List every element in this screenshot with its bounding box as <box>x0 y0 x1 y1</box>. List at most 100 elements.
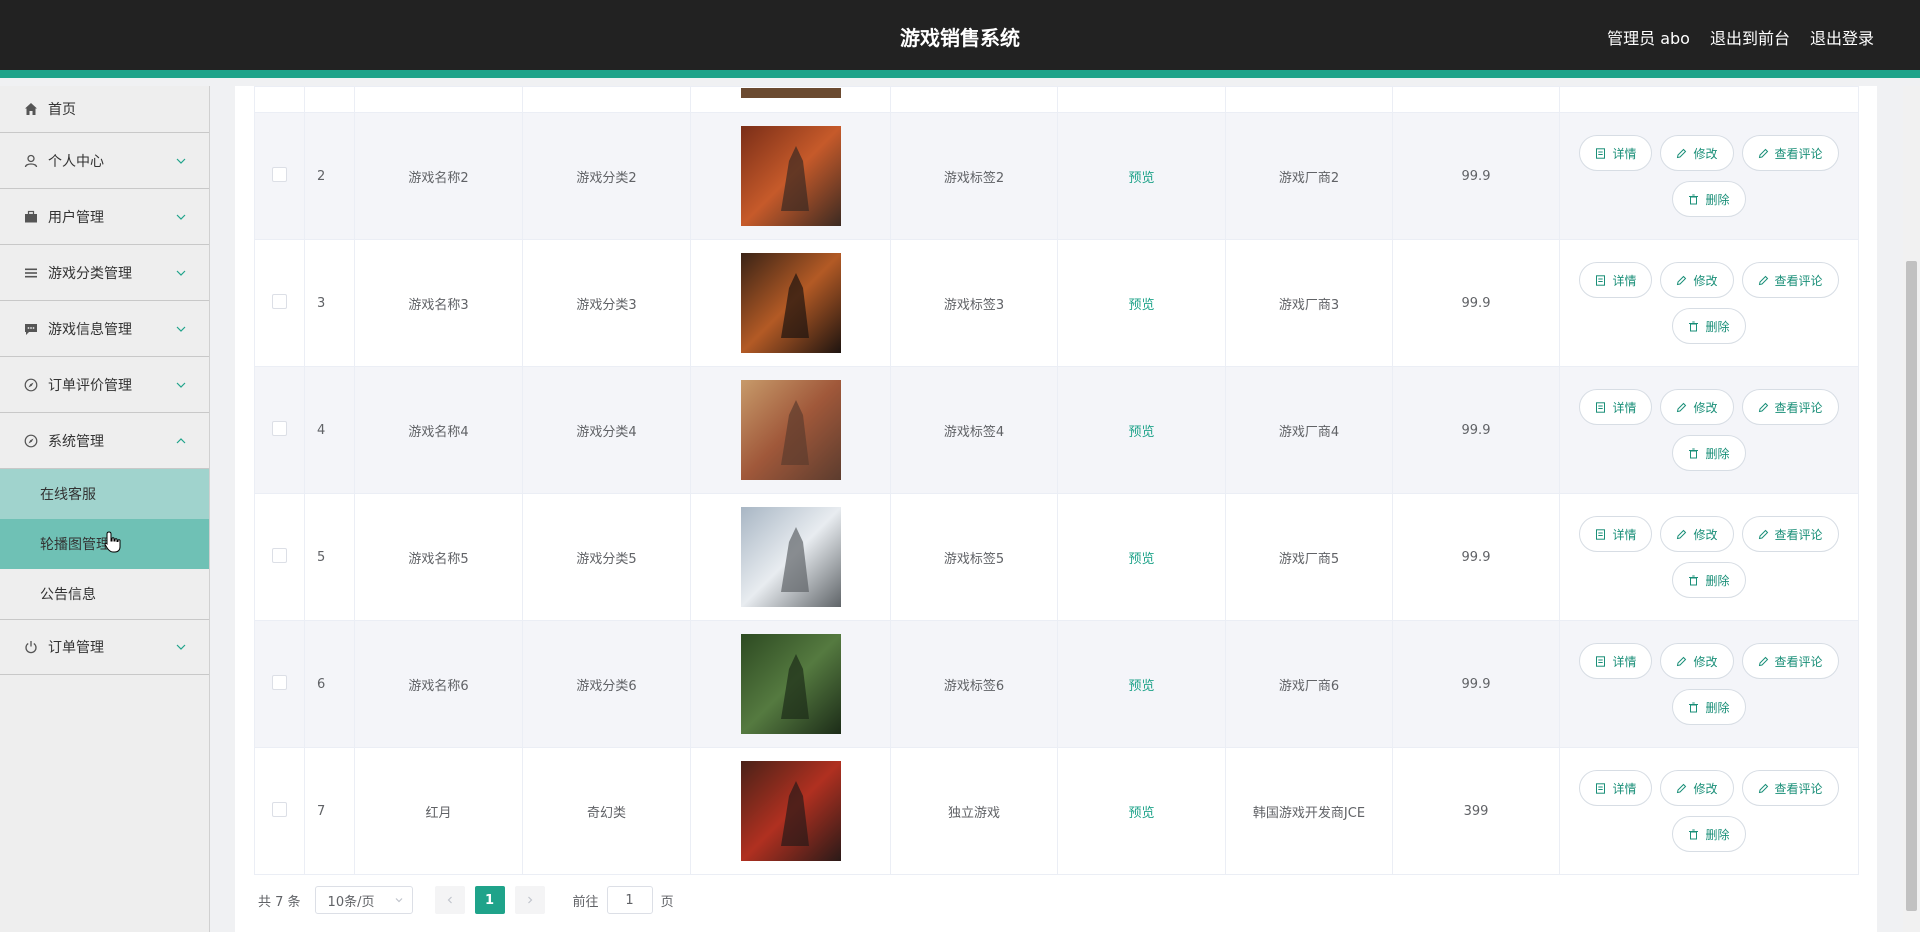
scrollbar-thumb[interactable] <box>1906 261 1917 911</box>
edit-icon <box>1677 148 1687 158</box>
button-label: 修改 <box>1693 273 1718 288</box>
table-row: 7 红月 奇幻类 独立游戏 预览 韩国游戏开发商JCE 399 详情 修改 查看评论 删除 <box>254 747 1859 875</box>
page-suffix: 页 <box>660 894 674 910</box>
detail-button[interactable]: 详情 <box>1579 516 1653 552</box>
game-name: 游戏名称4 <box>354 366 523 494</box>
delete-button[interactable]: 删除 <box>1672 435 1746 471</box>
sidebar-item-label: 个人中心 <box>48 153 104 170</box>
delete-button[interactable]: 删除 <box>1672 562 1746 598</box>
button-label: 详情 <box>1612 273 1637 288</box>
button-label: 删除 <box>1705 446 1730 461</box>
edit-button[interactable]: 修改 <box>1660 135 1734 171</box>
game-price: 99.9 <box>1392 620 1560 748</box>
detail-button[interactable]: 详情 <box>1579 135 1653 171</box>
row-checkbox[interactable] <box>272 420 287 436</box>
preview-link[interactable]: 预览 <box>1128 806 1154 821</box>
game-category: 游戏分类2 <box>522 112 691 240</box>
row-checkbox[interactable] <box>272 166 287 182</box>
game-tag: 游戏标签6 <box>890 620 1058 748</box>
row-actions: 详情 修改 查看评论删除 <box>1560 516 1858 598</box>
view-comments-button[interactable]: 查看评论 <box>1741 516 1839 552</box>
preview-link[interactable]: 预览 <box>1128 298 1154 313</box>
trash-icon <box>1689 194 1699 204</box>
row-actions: 详情 修改 查看评论删除 <box>1560 135 1858 217</box>
sidebar-item-label: 用户管理 <box>48 209 104 226</box>
sidebar-item-personal-center[interactable]: 个人中心 <box>0 133 209 189</box>
row-index: 5 <box>304 493 355 621</box>
game-price: 99.9 <box>1392 112 1560 240</box>
sidebar-subitem-notice[interactable]: 公告信息 <box>0 569 209 619</box>
detail-button[interactable]: 详情 <box>1579 262 1653 298</box>
sidebar-item-label: 订单管理 <box>48 640 104 656</box>
preview-link[interactable]: 预览 <box>1128 679 1154 694</box>
row-checkbox[interactable] <box>272 674 287 690</box>
sidebar-item-user-management[interactable]: 用户管理 <box>0 189 209 245</box>
table-row: 6 游戏名称6 游戏分类6 游戏标签6 预览 游戏厂商6 99.9 详情 修改 查看评论 删除 <box>254 620 1859 748</box>
view-comments-button[interactable]: 查看评论 <box>1741 262 1839 298</box>
view-comments-button[interactable]: 查看评论 <box>1741 770 1839 806</box>
table-body: 2 游戏名称2 游戏分类2 游戏标签2 预览 游戏厂商2 99.9 详情 修改 查看评论 删除 3 游戏… <box>254 112 1859 875</box>
exit-to-front-link[interactable]: 退出到前台 <box>1710 25 1790 49</box>
next-page-button[interactable] <box>514 886 545 914</box>
edit-icon <box>1677 529 1687 539</box>
sidebar-item-system-management[interactable]: 系统管理 <box>0 413 209 469</box>
edit-button[interactable]: 修改 <box>1660 389 1734 425</box>
button-label: 查看评论 <box>1774 146 1823 161</box>
chevron-down-icon <box>176 214 186 220</box>
goto-page-input[interactable] <box>606 886 653 914</box>
logout-link[interactable]: 退出登录 <box>1810 25 1874 49</box>
sidebar-item-game-info[interactable]: 游戏信息管理 <box>0 301 209 357</box>
game-thumbnail <box>740 507 841 607</box>
document-icon <box>1596 274 1606 286</box>
preview-link[interactable]: 预览 <box>1128 171 1154 186</box>
view-comments-button[interactable]: 查看评论 <box>1741 643 1839 679</box>
delete-button[interactable]: 删除 <box>1672 181 1746 217</box>
button-label: 详情 <box>1612 146 1637 161</box>
edit-button[interactable]: 修改 <box>1660 516 1734 552</box>
delete-button[interactable]: 删除 <box>1672 816 1746 852</box>
row-checkbox[interactable] <box>272 547 287 563</box>
document-icon <box>1596 655 1606 667</box>
admin-username[interactable]: 管理员 abo <box>1607 25 1690 49</box>
game-tag: 游戏标签3 <box>890 239 1058 367</box>
detail-button[interactable]: 详情 <box>1579 643 1653 679</box>
preview-link[interactable]: 预览 <box>1128 425 1154 440</box>
game-price: 399 <box>1392 747 1560 875</box>
sidebar-item-label: 游戏信息管理 <box>48 321 132 338</box>
game-vendor: 游戏厂商5 <box>1225 493 1393 621</box>
page-size-select[interactable]: 10条/页 <box>314 886 413 914</box>
row-checkbox[interactable] <box>272 293 287 309</box>
sidebar-item-label: 系统管理 <box>48 433 104 450</box>
button-label: 详情 <box>1612 400 1637 415</box>
edit-button[interactable]: 修改 <box>1660 262 1734 298</box>
detail-button[interactable]: 详情 <box>1579 389 1653 425</box>
sidebar-item-game-category[interactable]: 游戏分类管理 <box>0 245 209 301</box>
view-comments-button[interactable]: 查看评论 <box>1741 389 1839 425</box>
game-vendor: 游戏厂商2 <box>1225 112 1393 240</box>
page-scrollbar[interactable] <box>1903 86 1920 932</box>
table-row: 3 游戏名称3 游戏分类3 游戏标签3 预览 游戏厂商3 99.9 详情 修改 查看评论 删除 <box>254 239 1859 367</box>
edit-icon <box>1758 402 1768 412</box>
edit-button[interactable]: 修改 <box>1660 770 1734 806</box>
sidebar-item-order-management[interactable]: 订单管理 <box>0 619 209 675</box>
document-icon <box>1596 782 1606 794</box>
compass-icon <box>24 434 38 448</box>
sidebar-item-home[interactable]: 首页 <box>0 86 209 133</box>
delete-button[interactable]: 删除 <box>1672 689 1746 725</box>
page-number-current[interactable]: 1 <box>474 886 505 914</box>
sidebar-subitem-online-service[interactable]: 在线客服 <box>0 469 209 519</box>
game-vendor: 游戏厂商4 <box>1225 366 1393 494</box>
prev-page-button[interactable] <box>434 886 465 914</box>
edit-button[interactable]: 修改 <box>1660 643 1734 679</box>
delete-button[interactable]: 删除 <box>1672 308 1746 344</box>
button-label: 删除 <box>1705 573 1730 588</box>
pagination: 共 7 条 10条/页 1 前往 页 <box>258 886 674 914</box>
chevron-right-icon <box>527 896 532 904</box>
preview-link[interactable]: 预览 <box>1128 552 1154 567</box>
detail-button[interactable]: 详情 <box>1579 770 1653 806</box>
view-comments-button[interactable]: 查看评论 <box>1741 135 1839 171</box>
game-price: 99.9 <box>1392 493 1560 621</box>
game-vendor: 游戏厂商3 <box>1225 239 1393 367</box>
row-checkbox[interactable] <box>272 801 287 817</box>
sidebar-item-order-review[interactable]: 订单评价管理 <box>0 357 209 413</box>
